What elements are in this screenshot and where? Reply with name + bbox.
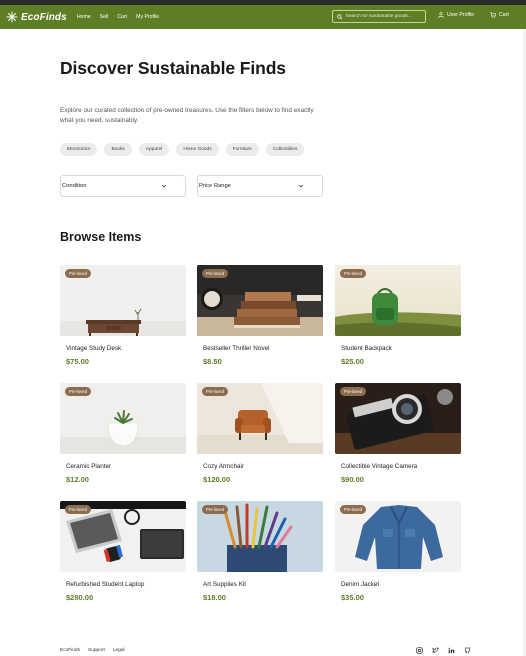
product-card-ceramic-planter[interactable]: Pre-loved Ceramic Planter $12.00 xyxy=(60,383,186,490)
product-card-denim-jacket[interactable]: Pre-loved Denim Jacket $35.00 xyxy=(335,501,461,608)
browse-section-title: Browse Items xyxy=(60,230,142,244)
product-card-art-supplies-kit[interactable]: Pre-loved Art Supplies Kit $18.00 xyxy=(197,501,323,608)
chevron-down-icon xyxy=(298,184,304,188)
product-card-bestseller-thriller-novel[interactable]: Pre-loved Bestseller Thriller Novel $8.5… xyxy=(197,265,323,372)
condition-select-label: Condition xyxy=(62,183,87,189)
search-icon xyxy=(337,13,343,20)
product-card-cozy-armchair[interactable]: Pre-loved Cozy Armchair $120.00 xyxy=(197,383,323,490)
category-chip-furniture[interactable]: Furniture xyxy=(225,143,259,156)
cart-label: Cart xyxy=(499,12,509,18)
price-range-select[interactable]: Price Range xyxy=(197,175,323,197)
product-price: $12.00 xyxy=(66,475,89,484)
page-title: Discover Sustainable Finds xyxy=(60,58,286,78)
product-price: $35.00 xyxy=(341,593,364,602)
category-chip-collectibles[interactable]: Collectibles xyxy=(265,143,305,156)
pre-loved-badge: Pre-loved xyxy=(202,505,228,514)
pre-loved-badge: Pre-loved xyxy=(202,387,228,396)
footer-link-ecofinds[interactable]: EcoFinds xyxy=(60,648,80,653)
linkedin-icon[interactable] xyxy=(448,647,455,654)
footer-social-icons xyxy=(416,647,471,654)
product-price: $75.00 xyxy=(66,357,89,366)
page-description: Explore our curated collection of pre-ow… xyxy=(60,107,314,124)
product-price: $280.00 xyxy=(66,593,94,602)
pre-loved-badge: Pre-loved xyxy=(340,387,366,396)
category-chip-home-goods[interactable]: Home Goods xyxy=(176,143,219,156)
category-chip-electronics[interactable]: Electronics xyxy=(60,143,98,156)
leaf-logo-icon xyxy=(6,11,18,23)
primary-nav: Home Sell Cart My Profile xyxy=(77,14,159,20)
product-price: $120.00 xyxy=(203,475,231,484)
footer-link-legal[interactable]: Legal xyxy=(113,648,125,653)
pre-loved-badge: Pre-loved xyxy=(65,387,91,396)
product-name[interactable]: Cozy Armchair xyxy=(203,463,244,470)
category-chips: Electronics Books Apparel Home Goods Fur… xyxy=(60,143,305,156)
footer-links: EcoFinds Support Legal xyxy=(60,648,125,653)
github-icon[interactable] xyxy=(464,647,471,654)
pre-loved-badge: Pre-loved xyxy=(340,269,366,278)
nav-link-cart[interactable]: Cart xyxy=(117,14,127,20)
cart-link[interactable]: Cart xyxy=(490,12,509,18)
condition-select[interactable]: Condition xyxy=(60,175,186,197)
product-price: $18.00 xyxy=(203,593,226,602)
product-name[interactable]: Collectible Vintage Camera xyxy=(341,463,417,470)
product-name[interactable]: Ceramic Planter xyxy=(66,463,111,470)
brand-logo[interactable]: EcoFinds xyxy=(6,11,67,23)
nav-link-my-profile[interactable]: My Profile xyxy=(136,14,159,20)
product-name[interactable]: Bestseller Thriller Novel xyxy=(203,345,269,352)
product-name[interactable]: Vintage Study Desk xyxy=(66,345,121,352)
search-box[interactable] xyxy=(332,10,426,23)
product-card-student-backpack[interactable]: Pre-loved Student Backpack $25.00 xyxy=(335,265,461,372)
user-icon xyxy=(438,12,444,18)
product-card-refurbished-student-laptop[interactable]: Pre-loved Refurbished Student Laptop $28… xyxy=(60,501,186,608)
pre-loved-badge: Pre-loved xyxy=(340,505,366,514)
instagram-icon[interactable] xyxy=(416,647,423,654)
price-range-select-label: Price Range xyxy=(199,183,231,189)
product-name[interactable]: Student Backpack xyxy=(341,345,392,352)
category-chip-apparel[interactable]: Apparel xyxy=(138,143,170,156)
nav-link-sell[interactable]: Sell xyxy=(100,14,109,20)
nav-link-home[interactable]: Home xyxy=(77,14,91,20)
product-price: $25.00 xyxy=(341,357,364,366)
product-price: $90.00 xyxy=(341,475,364,484)
brand-name: EcoFinds xyxy=(21,11,67,23)
user-profile-link[interactable]: User Profile xyxy=(438,12,474,18)
footer-link-support[interactable]: Support xyxy=(88,648,105,653)
product-name[interactable]: Art Supplies Kit xyxy=(203,581,246,588)
pre-loved-badge: Pre-loved xyxy=(202,269,228,278)
cart-icon xyxy=(490,12,496,18)
product-name[interactable]: Refurbished Student Laptop xyxy=(66,581,144,588)
product-name[interactable]: Denim Jacket xyxy=(341,581,379,588)
top-navbar: EcoFinds Home Sell Cart My Profile User … xyxy=(0,5,526,29)
product-card-vintage-study-desk[interactable]: Pre-loved Vintage Study Desk $75.00 xyxy=(60,265,186,372)
chevron-down-icon xyxy=(161,184,167,188)
pre-loved-badge: Pre-loved xyxy=(65,269,91,278)
pre-loved-badge: Pre-loved xyxy=(65,505,91,514)
category-chip-books[interactable]: Books xyxy=(104,143,132,156)
search-input[interactable] xyxy=(345,14,421,19)
twitter-icon[interactable] xyxy=(432,647,439,654)
product-card-collectible-vintage-camera[interactable]: Pre-loved Collectible Vintage Camera $90… xyxy=(335,383,461,490)
user-profile-label: User Profile xyxy=(447,12,475,18)
product-price: $8.50 xyxy=(203,357,222,366)
page-footer: EcoFinds Support Legal xyxy=(0,642,526,656)
